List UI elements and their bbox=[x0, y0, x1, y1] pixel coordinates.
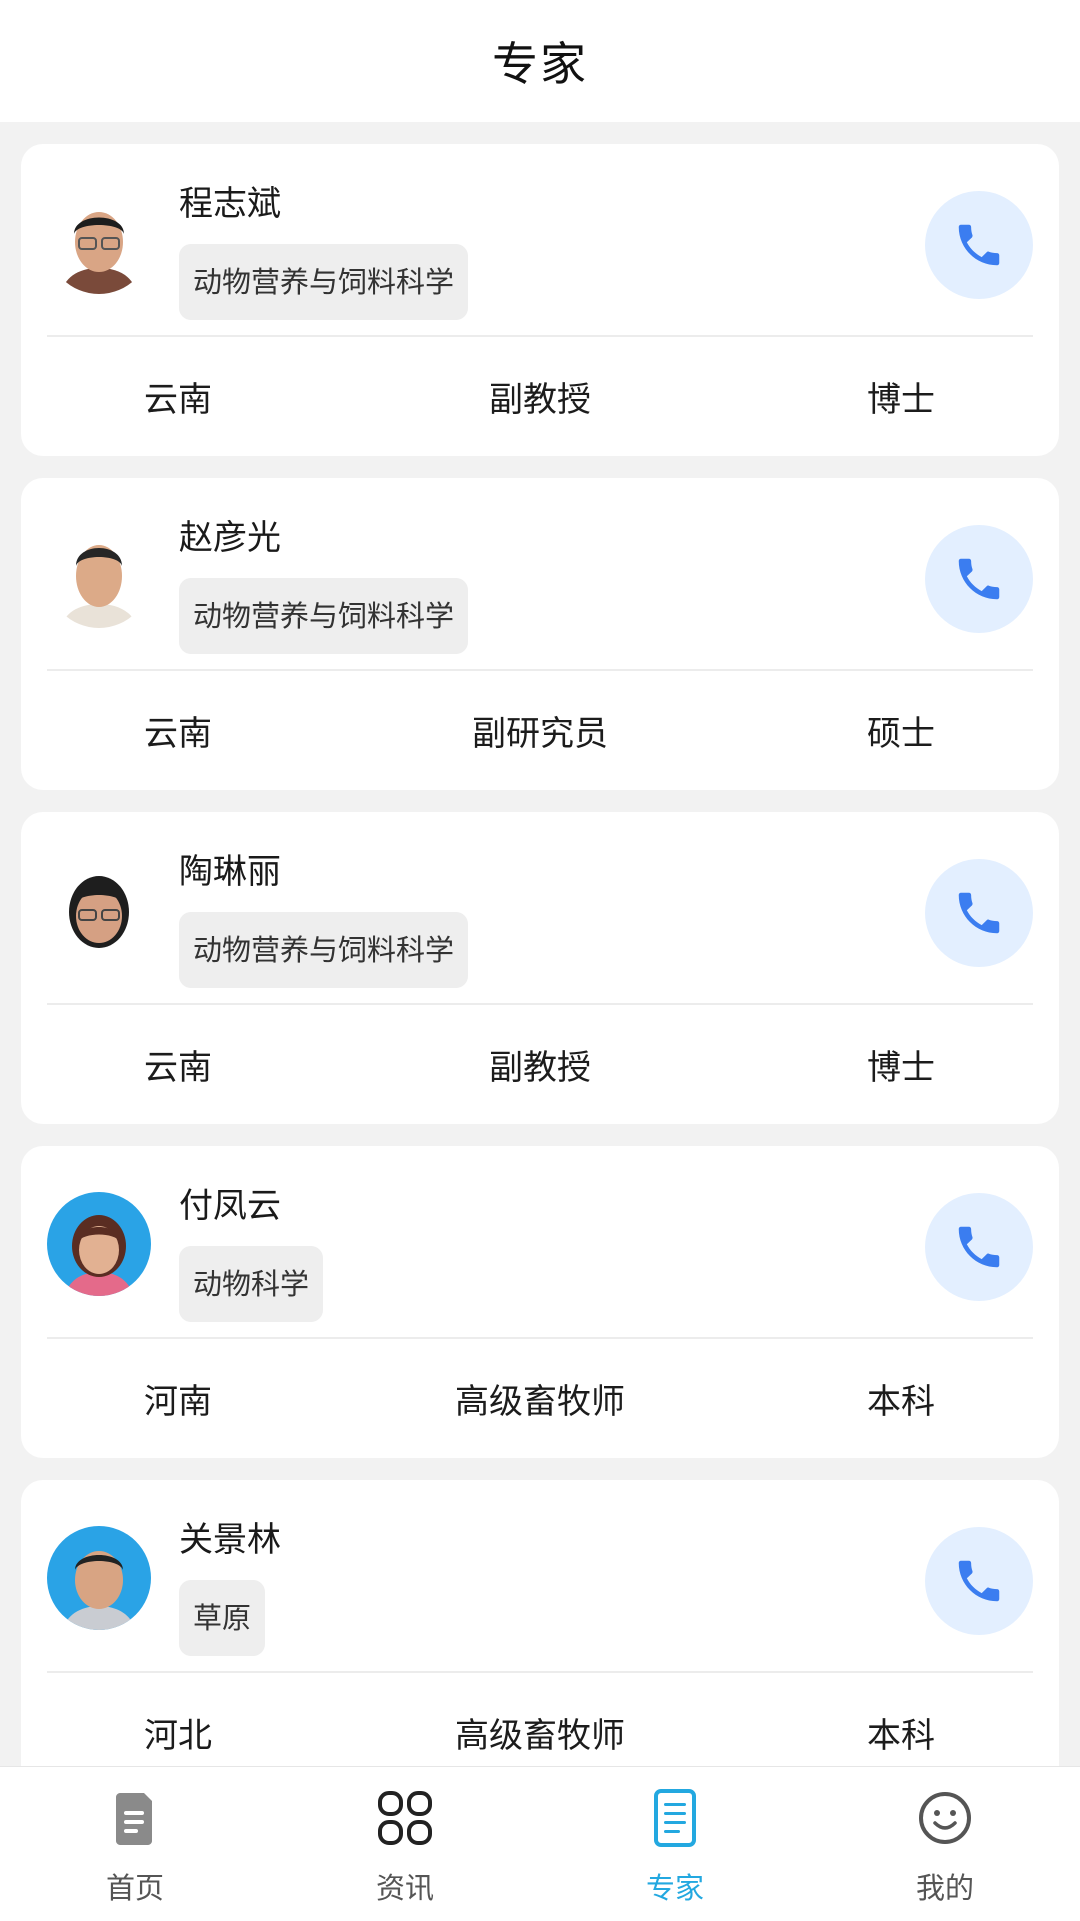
region: 云南 bbox=[144, 1048, 212, 1088]
phone-icon bbox=[958, 1226, 1000, 1268]
field-tag: 动物营养与饲料科学 bbox=[179, 578, 469, 654]
avatar bbox=[47, 524, 151, 628]
region: 云南 bbox=[144, 714, 212, 754]
job-title: 高级畜牧师 bbox=[455, 1382, 625, 1422]
expert-name: 陶琳丽 bbox=[179, 852, 281, 892]
phone-icon bbox=[958, 224, 1000, 266]
job-title: 副研究员 bbox=[472, 714, 608, 754]
phone-icon bbox=[958, 558, 1000, 600]
degree: 博士 bbox=[867, 380, 935, 420]
tab-experts[interactable]: 专家 bbox=[540, 1767, 810, 1921]
list-document-icon bbox=[654, 1789, 696, 1847]
degree: 本科 bbox=[867, 1382, 935, 1422]
call-button[interactable] bbox=[925, 859, 1033, 967]
expert-card[interactable]: 程志斌 动物营养与饲料科学 云南 副教授 博士 bbox=[21, 144, 1059, 456]
tab-label: 资讯 bbox=[375, 1871, 434, 1905]
bottom-tab-bar: 首页 资讯 专家 我的 bbox=[0, 1766, 1080, 1921]
tab-label: 首页 bbox=[105, 1871, 164, 1905]
avatar bbox=[47, 190, 151, 294]
avatar bbox=[47, 1192, 151, 1296]
phone-icon bbox=[958, 1560, 1000, 1602]
region: 河北 bbox=[144, 1716, 212, 1756]
divider bbox=[47, 669, 1033, 671]
expert-name: 关景林 bbox=[179, 1520, 281, 1560]
document-icon bbox=[116, 1793, 152, 1845]
field-tag: 动物营养与饲料科学 bbox=[179, 912, 469, 988]
call-button[interactable] bbox=[925, 1527, 1033, 1635]
divider bbox=[47, 1337, 1033, 1339]
field-tag: 草原 bbox=[179, 1580, 266, 1656]
job-title: 副教授 bbox=[489, 1048, 591, 1088]
divider bbox=[47, 1671, 1033, 1673]
page-title: 专家 bbox=[492, 37, 588, 91]
degree: 博士 bbox=[867, 1048, 935, 1088]
degree: 硕士 bbox=[867, 714, 935, 754]
expert-card[interactable]: 关景林 草原 河北 高级畜牧师 本科 bbox=[21, 1480, 1059, 1792]
region: 云南 bbox=[144, 380, 212, 420]
job-title: 副教授 bbox=[489, 380, 591, 420]
avatar bbox=[47, 1526, 151, 1630]
degree: 本科 bbox=[867, 1716, 935, 1756]
job-title: 高级畜牧师 bbox=[455, 1716, 625, 1756]
call-button[interactable] bbox=[925, 191, 1033, 299]
expert-card[interactable]: 付凤云 动物科学 河南 高级畜牧师 本科 bbox=[21, 1146, 1059, 1458]
expert-name: 程志斌 bbox=[179, 184, 281, 224]
expert-card[interactable]: 陶琳丽 动物营养与饲料科学 云南 副教授 博士 bbox=[21, 812, 1059, 1124]
tab-profile[interactable]: 我的 bbox=[810, 1767, 1080, 1921]
tab-home[interactable]: 首页 bbox=[0, 1767, 270, 1921]
region: 河南 bbox=[144, 1382, 212, 1422]
top-bar: 专家 bbox=[0, 0, 1080, 122]
tab-news[interactable]: 资讯 bbox=[270, 1767, 540, 1921]
field-tag: 动物科学 bbox=[179, 1246, 324, 1322]
grid-icon bbox=[378, 1791, 432, 1845]
expert-name: 付凤云 bbox=[179, 1186, 281, 1226]
tab-label: 专家 bbox=[645, 1871, 704, 1905]
avatar bbox=[47, 858, 151, 962]
field-tag: 动物营养与饲料科学 bbox=[179, 244, 469, 320]
divider bbox=[47, 335, 1033, 337]
call-button[interactable] bbox=[925, 1193, 1033, 1301]
divider bbox=[47, 1003, 1033, 1005]
phone-icon bbox=[958, 892, 1000, 934]
call-button[interactable] bbox=[925, 525, 1033, 633]
tab-label: 我的 bbox=[915, 1871, 974, 1905]
expert-name: 赵彦光 bbox=[179, 518, 281, 558]
expert-card[interactable]: 赵彦光 动物营养与饲料科学 云南 副研究员 硕士 bbox=[21, 478, 1059, 790]
smiley-icon bbox=[919, 1792, 971, 1844]
